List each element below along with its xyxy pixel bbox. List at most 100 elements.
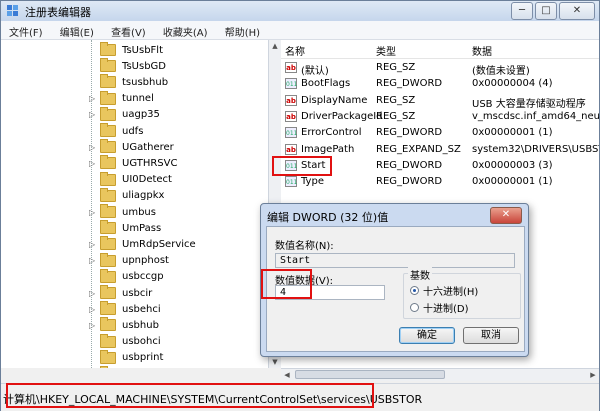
column-name[interactable]: 名称 bbox=[285, 43, 305, 58]
folder-icon bbox=[100, 123, 116, 137]
folder-icon bbox=[100, 252, 116, 267]
scroll-right-arrow-icon[interactable]: ▶ bbox=[587, 369, 599, 381]
expand-arrow-icon[interactable]: ▷ bbox=[89, 159, 98, 168]
folder-icon bbox=[100, 90, 116, 105]
binary-value-icon: 011 bbox=[285, 127, 297, 139]
menu-bar: 文件(F) 编辑(E) 查看(V) 收藏夹(A) 帮助(H) bbox=[1, 21, 599, 40]
tree-item-label: usbhub bbox=[122, 319, 159, 331]
menu-view[interactable]: 查看(V) bbox=[103, 21, 152, 39]
key-tree[interactable]: TsUsbFlt TsUsbGD tsusbhub ▷ tunnel ▷ uagp35 udf… bbox=[1, 40, 269, 368]
tree-item-label: USBSTOR bbox=[120, 367, 174, 368]
list-header: 名称 类型 数据 bbox=[281, 40, 599, 59]
tree-item[interactable]: UI0Detect bbox=[89, 171, 174, 188]
tree-item[interactable]: ▷ usbhub bbox=[89, 317, 161, 333]
string-value-icon: ab bbox=[285, 94, 297, 106]
menu-edit[interactable]: 编辑(E) bbox=[52, 21, 100, 39]
folder-icon bbox=[100, 74, 116, 89]
cancel-button[interactable]: 取消 bbox=[463, 327, 519, 344]
binary-value-icon: 011 bbox=[285, 176, 297, 188]
value-name: (默认) bbox=[301, 66, 329, 77]
expand-arrow-icon[interactable]: ▷ bbox=[89, 240, 98, 249]
expand-arrow-icon[interactable]: ▷ bbox=[89, 110, 98, 119]
tree-item[interactable]: usbohci bbox=[89, 333, 163, 350]
list-item[interactable]: 011 BootFlags REG_DWORD 0x00000004 (4) bbox=[281, 76, 599, 92]
tree-item[interactable]: uliagpkx bbox=[89, 187, 166, 204]
radio-unselected-icon[interactable] bbox=[410, 303, 419, 312]
value-type: REG_SZ bbox=[376, 94, 416, 106]
folder-icon bbox=[100, 58, 116, 73]
list-item[interactable]: 011 Type REG_DWORD 0x00000001 (1) bbox=[281, 174, 599, 190]
folder-icon bbox=[100, 333, 116, 348]
folder-icon bbox=[100, 106, 116, 121]
tree-item[interactable]: usbccgp bbox=[89, 268, 166, 285]
column-type[interactable]: 类型 bbox=[376, 43, 396, 58]
list-item[interactable]: ab DriverPackageId REG_SZ v_mscdsc.inf_amd6… bbox=[281, 109, 599, 125]
list-item[interactable]: ab (默认) REG_SZ (数值未设置) bbox=[281, 60, 599, 77]
highlight-start-value bbox=[272, 156, 332, 176]
tree-item-label: TsUsbGD bbox=[122, 60, 166, 72]
value-name: Type bbox=[301, 176, 324, 188]
expand-arrow-icon[interactable]: ▷ bbox=[89, 305, 98, 314]
scroll-thumb-horizontal[interactable] bbox=[295, 370, 445, 379]
tree-item[interactable]: UmPass bbox=[89, 220, 163, 236]
radio-hex-label: 十六进制(H) bbox=[423, 287, 479, 298]
ok-button[interactable]: 确定 bbox=[399, 327, 455, 344]
expand-arrow-icon[interactable]: ▷ bbox=[89, 289, 98, 298]
value-type: REG_DWORD bbox=[376, 127, 443, 139]
folder-icon bbox=[100, 155, 116, 170]
scroll-up-arrow-icon[interactable]: ▲ bbox=[269, 40, 281, 52]
value-data: (数值未设置) bbox=[472, 66, 530, 77]
close-button[interactable]: ✕ bbox=[559, 2, 595, 20]
tree-item-label: UmPass bbox=[122, 222, 162, 234]
tree-item[interactable]: ▷ UGTHRSVC bbox=[89, 155, 179, 171]
tree-item[interactable]: ▷ UGatherer bbox=[89, 139, 176, 155]
tree-item[interactable]: ▷ usbcir bbox=[89, 285, 154, 301]
tree-item[interactable]: ▷USBSTOR bbox=[89, 366, 174, 368]
menu-favorites[interactable]: 收藏夹(A) bbox=[155, 21, 214, 39]
tree-item[interactable]: udfs bbox=[89, 123, 145, 139]
tree-item[interactable]: ▷ UmRdpService bbox=[89, 236, 198, 252]
minimize-button[interactable]: ─ bbox=[511, 2, 533, 20]
tree-item[interactable]: ▷ usbehci bbox=[89, 301, 163, 317]
radio-decimal[interactable]: 十进制(D) bbox=[410, 300, 469, 315]
tree-item[interactable]: ▷ umbus bbox=[89, 204, 158, 220]
scroll-down-arrow-icon[interactable]: ▼ bbox=[269, 356, 281, 368]
tree-item[interactable]: tsusbhub bbox=[89, 74, 170, 90]
expand-arrow-icon[interactable]: ▷ bbox=[89, 143, 98, 152]
expand-arrow-icon[interactable]: ▷ bbox=[89, 321, 98, 330]
tree-item-label: usbohci bbox=[122, 336, 161, 348]
tree-item[interactable]: ▷ uagp35 bbox=[89, 106, 162, 123]
maximize-button[interactable]: □ bbox=[535, 2, 557, 20]
folder-icon bbox=[100, 171, 116, 186]
tree-item[interactable]: usbprint bbox=[89, 349, 165, 366]
folder-icon bbox=[100, 187, 116, 202]
tree-item-label: TsUsbFlt bbox=[122, 44, 163, 56]
value-data: 0x00000004 (4) bbox=[472, 78, 553, 90]
column-data[interactable]: 数据 bbox=[472, 43, 492, 58]
radio-selected-icon[interactable] bbox=[410, 286, 419, 295]
dialog-close-button[interactable]: ✕ bbox=[490, 207, 522, 224]
menu-help[interactable]: 帮助(H) bbox=[217, 21, 266, 39]
tree-item[interactable]: TsUsbFlt bbox=[89, 42, 165, 58]
value-data: 0x00000001 (1) bbox=[472, 127, 553, 139]
folder-icon bbox=[100, 42, 116, 56]
list-item[interactable]: 011 ErrorControl REG_DWORD 0x00000001 (1) bbox=[281, 125, 599, 141]
tree-item[interactable]: ▷ tunnel bbox=[89, 90, 156, 107]
expand-arrow-icon[interactable]: ▷ bbox=[89, 208, 98, 217]
tree-item[interactable]: TsUsbGD bbox=[89, 58, 168, 74]
list-item[interactable]: ab DisplayName REG_SZ USB 大容量存储驱动程序 bbox=[281, 93, 599, 110]
window-title: 注册表编辑器 bbox=[25, 6, 91, 19]
expand-arrow-icon[interactable]: ▷ bbox=[89, 94, 98, 103]
tree-item-label: uagp35 bbox=[122, 109, 160, 121]
title-bar[interactable]: 注册表编辑器 ─ □ ✕ bbox=[1, 1, 599, 21]
radio-hexadecimal[interactable]: 十六进制(H) bbox=[410, 283, 478, 298]
menu-file[interactable]: 文件(F) bbox=[1, 21, 49, 39]
value-data: USB 大容量存储驱动程序 bbox=[472, 98, 586, 110]
scroll-left-arrow-icon[interactable]: ◀ bbox=[281, 369, 293, 381]
expand-arrow-icon[interactable]: ▷ bbox=[89, 256, 98, 265]
list-horizontal-scrollbar[interactable]: ◀ ▶ bbox=[281, 368, 599, 381]
string-value-icon: ab bbox=[285, 110, 297, 122]
value-type: REG_DWORD bbox=[376, 176, 443, 188]
tree-item[interactable]: ▷ upnphost bbox=[89, 252, 171, 269]
value-name: DisplayName bbox=[301, 94, 368, 106]
